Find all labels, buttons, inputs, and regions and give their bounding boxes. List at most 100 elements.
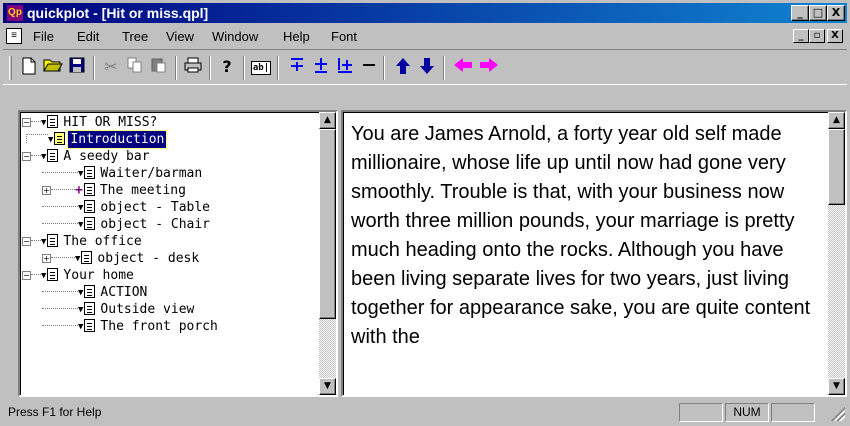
triangle-icon: ▼ <box>41 118 47 128</box>
menu-tree[interactable]: Tree <box>122 29 148 44</box>
tree-item-label: Waiter/barman <box>100 166 203 181</box>
save-disk-icon[interactable] <box>65 57 89 79</box>
tree-item-label: Introduction <box>67 130 168 149</box>
menu-window[interactable]: Window <box>212 29 258 44</box>
page-icon <box>47 149 59 162</box>
text-scrollbar[interactable]: ▲ ▼ <box>828 112 845 395</box>
text-field-label: ab| <box>250 60 272 75</box>
scroll-down-icon[interactable]: ▼ <box>319 378 336 395</box>
document-icon[interactable]: ≡ <box>6 28 22 44</box>
tree-item-label: The meeting <box>99 183 186 198</box>
mdi-close-button[interactable]: X <box>827 29 843 43</box>
story-text[interactable]: You are James Arnold, a forty year old s… <box>351 120 826 352</box>
status-panel-scroll <box>771 403 815 422</box>
window-title: quickplot - [Hit or miss.qpl] <box>27 5 209 21</box>
menu-bar: ≡ File Edit Tree View Window Help Font _… <box>3 25 847 47</box>
tree-item-label: The office <box>63 234 142 249</box>
page-icon <box>47 115 59 128</box>
story-text-pane[interactable]: You are James Arnold, a forty year old s… <box>341 110 847 397</box>
menu-view[interactable]: View <box>166 29 194 44</box>
scroll-up-icon[interactable]: ▲ <box>828 112 845 129</box>
tree-item-label: object - desk <box>97 251 200 266</box>
tree-item[interactable]: − ▼ A seedy bar <box>22 148 152 165</box>
tree-item-label: A seedy bar <box>63 149 150 164</box>
triangle-icon: ▼ <box>41 152 47 162</box>
help-question-icon[interactable]: ? <box>215 57 239 79</box>
maximize-button[interactable]: □ <box>809 5 827 21</box>
page-icon <box>54 132 66 145</box>
tree-item-label: The front porch <box>100 319 218 334</box>
menu-file[interactable]: File <box>33 29 54 44</box>
plus-icon: + <box>75 183 83 198</box>
minimize-button[interactable]: _ <box>791 5 809 21</box>
insert-child-icon[interactable] <box>333 57 357 79</box>
app-icon[interactable]: Qp <box>7 5 23 21</box>
tree-item[interactable]: + + The meeting <box>42 182 188 199</box>
tree-item-label: object - Chair <box>100 217 210 232</box>
tree-item[interactable]: − ▼ The office <box>22 233 144 250</box>
scroll-thumb[interactable] <box>319 129 336 319</box>
page-icon <box>47 234 59 247</box>
triangle-icon: ▼ <box>78 203 84 213</box>
triangle-icon: ▼ <box>41 237 47 247</box>
mdi-minimize-button[interactable]: _ <box>793 29 809 43</box>
mdi-restore-button[interactable]: ▫ <box>809 29 825 43</box>
tree-item[interactable]: ▼ object - Table <box>42 199 212 216</box>
move-down-icon[interactable] <box>415 57 439 79</box>
expand-box-icon[interactable]: − <box>22 118 31 127</box>
status-text: Press F1 for Help <box>8 405 102 419</box>
new-document-icon[interactable] <box>17 57 41 79</box>
expand-box-icon[interactable]: + <box>42 254 51 263</box>
title-bar[interactable]: Qp quickplot - [Hit or miss.qpl] _ □ X <box>3 3 847 23</box>
triangle-icon: ▼ <box>78 169 84 179</box>
triangle-icon: ▼ <box>41 271 47 281</box>
tree-item[interactable]: − ▼ HIT OR MISS? <box>22 114 159 131</box>
open-folder-icon[interactable] <box>41 57 65 79</box>
tree-item[interactable]: ▼ object - Chair <box>42 216 212 233</box>
menu-edit[interactable]: Edit <box>77 29 99 44</box>
cut-icon[interactable]: ✂ <box>99 57 123 79</box>
menu-help[interactable]: Help <box>283 29 310 44</box>
scroll-thumb[interactable] <box>828 129 845 205</box>
status-panel-num: NUM <box>725 403 769 422</box>
scroll-down-icon[interactable]: ▼ <box>828 378 845 395</box>
paste-icon[interactable] <box>147 57 171 79</box>
close-button[interactable]: X <box>827 5 845 21</box>
insert-sibling-icon[interactable] <box>309 57 333 79</box>
scroll-up-icon[interactable]: ▲ <box>319 112 336 129</box>
page-icon <box>84 217 96 230</box>
tree-item[interactable]: − ▼ Your home <box>22 267 136 284</box>
expand-box-icon[interactable]: − <box>22 271 31 280</box>
tree-scrollbar[interactable]: ▲ ▼ <box>319 112 336 395</box>
delete-node-icon[interactable] <box>357 57 381 79</box>
text-field-icon[interactable]: ab| <box>249 57 273 79</box>
tree-item[interactable]: ▼ Outside view <box>42 301 196 318</box>
expand-box-icon[interactable]: − <box>22 152 31 161</box>
move-right-icon[interactable] <box>477 57 501 79</box>
tree-view[interactable]: − ▼ HIT OR MISS? ▼ Introduction − ▼ A seedy b… <box>18 110 338 397</box>
expand-box-icon[interactable]: + <box>42 186 51 195</box>
page-icon <box>83 183 95 196</box>
tree-item-label: Your home <box>63 268 134 283</box>
tree-item[interactable]: ▼ Introduction <box>26 130 168 149</box>
move-left-icon[interactable] <box>451 57 475 79</box>
tree-item[interactable]: + ▼ object - desk <box>42 250 201 267</box>
menu-font[interactable]: Font <box>331 29 357 44</box>
tree-item[interactable]: ▼ ACTION <box>42 284 149 301</box>
print-icon[interactable] <box>181 57 205 79</box>
move-up-icon[interactable] <box>391 57 415 79</box>
expand-box-icon[interactable]: − <box>22 237 31 246</box>
triangle-icon: ▼ <box>78 288 84 298</box>
copy-icon[interactable] <box>123 57 147 79</box>
triangle-icon: ▼ <box>78 305 84 315</box>
insert-top-icon[interactable] <box>285 57 309 79</box>
tree-item-label: Outside view <box>100 302 195 317</box>
triangle-icon: ▼ <box>78 322 84 332</box>
page-icon <box>84 285 96 298</box>
tree-item[interactable]: ▼ Waiter/barman <box>42 165 204 182</box>
tree-item[interactable]: ▼ The front porch <box>42 318 220 335</box>
page-icon <box>47 268 59 281</box>
toolbar-grip[interactable] <box>9 56 12 80</box>
page-icon <box>84 302 96 315</box>
resize-grip-icon[interactable] <box>831 407 845 421</box>
